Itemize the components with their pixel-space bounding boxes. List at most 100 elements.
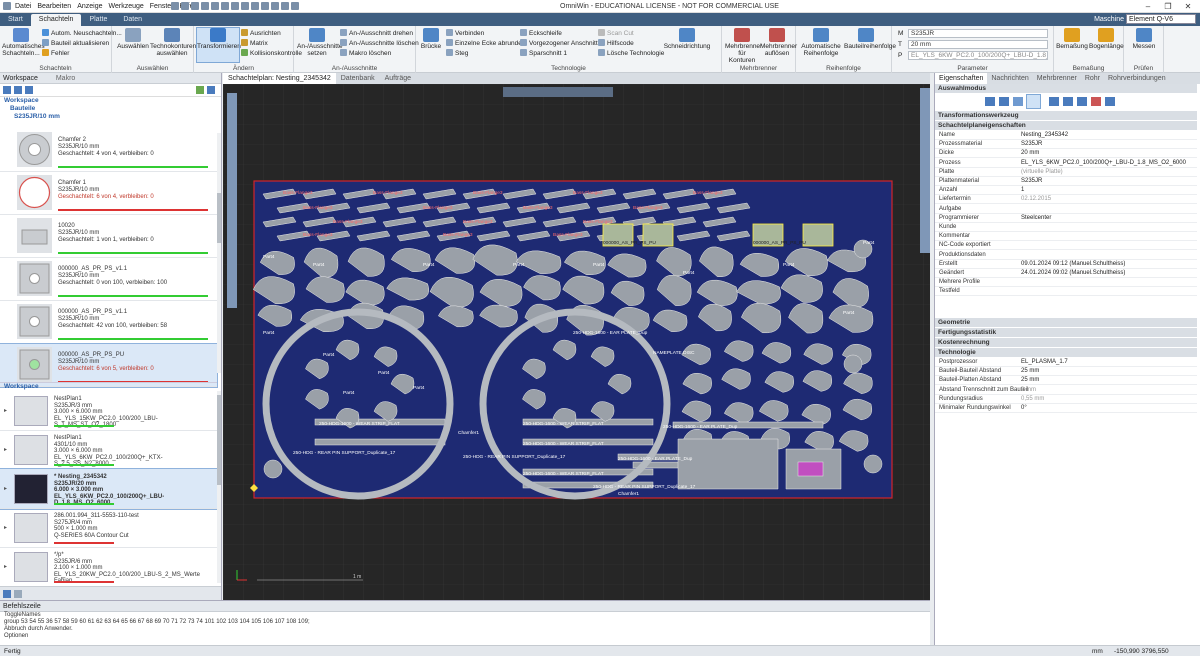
- settings-icon[interactable]: [291, 2, 299, 10]
- undo-icon[interactable]: [191, 2, 199, 10]
- matrix-button[interactable]: Matrix: [241, 39, 268, 48]
- tab-properties[interactable]: Eigenschaften: [935, 73, 988, 84]
- filter-icon[interactable]: [207, 86, 215, 94]
- expand-arrow-icon[interactable]: ▸: [4, 407, 7, 414]
- console-input[interactable]: Optionen: [0, 633, 930, 640]
- tech-value[interactable]: 25 mm: [1021, 376, 1039, 385]
- machine-dropdown[interactable]: Element Q-V6: [1126, 14, 1196, 24]
- web-button[interactable]: Steg: [446, 49, 468, 58]
- bridge-button[interactable]: Brücke: [419, 28, 443, 50]
- property-row[interactable]: Prozessmaterial S235JR: [935, 140, 1197, 150]
- property-row[interactable]: Name Nesting_2345342: [935, 131, 1197, 140]
- renest-button[interactable]: Autom. Neuschachteln...: [42, 29, 122, 38]
- update-part-button[interactable]: Bauteil aktualisieren: [42, 39, 109, 48]
- select-techcontours-button[interactable]: Technokonturen auswählen: [150, 28, 196, 57]
- left-vertical-toolbar[interactable]: [227, 93, 237, 308]
- corner-loop-button[interactable]: Eckschleife: [520, 29, 562, 38]
- tab-pipe-connections[interactable]: Rohrverbindungen: [1104, 73, 1170, 84]
- close-button[interactable]: ✕: [1178, 0, 1198, 13]
- menu-datei[interactable]: Datei: [12, 0, 34, 13]
- part-list-scrollbar[interactable]: [217, 133, 221, 373]
- property-row[interactable]: Anzahl 1: [935, 186, 1197, 196]
- select-button[interactable]: Auswählen: [117, 28, 149, 50]
- layers-icon[interactable]: [281, 2, 289, 10]
- part-row[interactable]: 000000_AS_PR_PS_v1.1 S235JR/10 mm Geschach…: [0, 301, 217, 344]
- expand-arrow-icon[interactable]: ▸: [4, 446, 7, 453]
- redo-icon[interactable]: [201, 2, 209, 10]
- group-technology[interactable]: Technologie: [935, 348, 1197, 357]
- set-leadin-button[interactable]: An-/Ausschnitte setzen: [297, 28, 343, 57]
- tree-icon[interactable]: [25, 86, 33, 94]
- menu-werkzeuge[interactable]: Werkzeuge: [106, 0, 147, 13]
- property-value[interactable]: 1: [1021, 186, 1024, 195]
- tab-schachteln[interactable]: Schachteln: [30, 14, 82, 26]
- nest-row[interactable]: ▸ NestPlan1 4301/10 mm 3.000 × 6.000 mm EL_Y…: [0, 430, 217, 470]
- property-value[interactable]: S235JR: [1021, 177, 1042, 186]
- tech-row[interactable]: Rundungsradius 0,55 mm: [935, 395, 1197, 404]
- property-row[interactable]: Kommentar: [935, 232, 1197, 242]
- tab-makro[interactable]: Makro: [56, 75, 75, 82]
- mode-sheet-icon[interactable]: [1026, 94, 1041, 109]
- group-nest-properties[interactable]: Schachtelplaneigenschaften: [935, 121, 1197, 130]
- mode-part-icon[interactable]: [985, 97, 995, 106]
- collision-button[interactable]: Kollisionskontrolle: [241, 49, 302, 58]
- save-icon[interactable]: [181, 2, 189, 10]
- mode-contour-icon[interactable]: [999, 97, 1009, 106]
- tech-row[interactable]: Abstand Trennschnitt zum Bauteil 0 mm: [935, 386, 1197, 395]
- tab-messages[interactable]: Nachrichten: [987, 73, 1032, 84]
- arc-length-button[interactable]: Bogenlänge: [1089, 28, 1124, 50]
- nest-row[interactable]: ▸ * Nesting_2345342 S235JR/20 mm 6.000 × 3.…: [0, 468, 218, 510]
- tech-value[interactable]: EL_PLASMA_1.7: [1021, 358, 1068, 367]
- material-section[interactable]: S235JR/10 mm: [0, 113, 221, 121]
- mode-label-icon[interactable]: [1105, 97, 1115, 106]
- property-value[interactable]: 20 mm: [1021, 149, 1039, 158]
- property-row[interactable]: Mehrere Profile: [935, 278, 1197, 288]
- property-value[interactable]: Nesting_2345342: [1021, 131, 1068, 140]
- pre-cut-button[interactable]: Vorgezogener Anschnitt: [520, 39, 598, 48]
- mode-leadin-icon[interactable]: [1049, 97, 1059, 106]
- dimension-button[interactable]: Bemaßung: [1056, 28, 1088, 50]
- property-row[interactable]: Kunde: [935, 223, 1197, 232]
- transform-button[interactable]: Transformieren: [196, 27, 241, 63]
- error-button[interactable]: Fehler: [42, 49, 69, 58]
- tab-daten[interactable]: Daten: [115, 14, 150, 26]
- delete-macro-button[interactable]: Makro löschen: [340, 49, 391, 58]
- delete-leadin-button[interactable]: An-/Ausschnitte löschen: [340, 39, 419, 48]
- property-row[interactable]: Erstellt 09.01.2024 09:12 (Manuel.Schulth…: [935, 260, 1197, 269]
- right-vertical-toolbar[interactable]: [920, 88, 930, 253]
- process-field[interactable]: EL_YLS_6KW_PC2.0_100/200Q+_LBU-D_1.8_MS_…: [908, 51, 1048, 60]
- nest-row[interactable]: ▸ NestPlan1 S235JR/3 mm 3.000 × 6.000 mm EL_…: [0, 391, 217, 431]
- nest-list-scrollbar[interactable]: [217, 391, 221, 583]
- property-row[interactable]: Programmierer Steelcenter: [935, 214, 1197, 223]
- part-sequence-button[interactable]: Bauteilreihenfolge: [844, 28, 896, 50]
- list-view-icon[interactable]: [14, 590, 22, 598]
- part-row[interactable]: 000000_AS_PR_PS_v1.1 S235JR/10 mm Geschach…: [0, 258, 217, 301]
- part-row[interactable]: Chamfer 1 S235JR/10 mm Geschachtelt: 6 von…: [0, 172, 217, 215]
- helpcode-button[interactable]: Hilfscode: [598, 39, 634, 48]
- grid-icon[interactable]: [271, 2, 279, 10]
- list-icon[interactable]: [14, 86, 22, 94]
- bauteile-section[interactable]: Bauteile: [0, 105, 221, 113]
- tech-row[interactable]: Bauteil-Bauteil Abstand 25 mm: [935, 367, 1197, 377]
- delete-icon[interactable]: [251, 2, 259, 10]
- property-row[interactable]: NC-Code exportiert: [935, 241, 1197, 251]
- expand-arrow-icon[interactable]: ▸: [4, 524, 7, 531]
- property-row[interactable]: Produktionsdaten: [935, 251, 1197, 260]
- zoom-icon[interactable]: [261, 2, 269, 10]
- property-row[interactable]: Dicke 20 mm: [935, 149, 1197, 159]
- paste-icon[interactable]: [241, 2, 249, 10]
- property-row[interactable]: Plattenmaterial S235JR: [935, 177, 1197, 186]
- open-icon[interactable]: [171, 2, 179, 10]
- group-costing[interactable]: Kostenrechnung: [935, 338, 1197, 347]
- property-value[interactable]: Steelcenter: [1021, 214, 1051, 223]
- rotate-leadin-button[interactable]: An-/Ausschnitt drehen: [340, 29, 413, 38]
- property-row[interactable]: Prozess EL_YLS_6KW_PC2.0_100/200Q+_LBU-D_…: [935, 159, 1197, 168]
- group-transform-tool[interactable]: Transformationswerkzeug: [935, 111, 1197, 120]
- multitorch-contours-button[interactable]: Mehrbrenner für Konturen: [725, 28, 762, 64]
- canvas-view-toolbar[interactable]: [503, 87, 613, 97]
- new-icon[interactable]: [3, 2, 11, 10]
- workspace-section[interactable]: Workspace: [0, 97, 221, 105]
- maximize-button[interactable]: ❐: [1158, 0, 1178, 13]
- tech-value[interactable]: 0 mm: [1021, 386, 1036, 395]
- tech-row[interactable]: Postprozessor EL_PLASMA_1.7: [935, 358, 1197, 367]
